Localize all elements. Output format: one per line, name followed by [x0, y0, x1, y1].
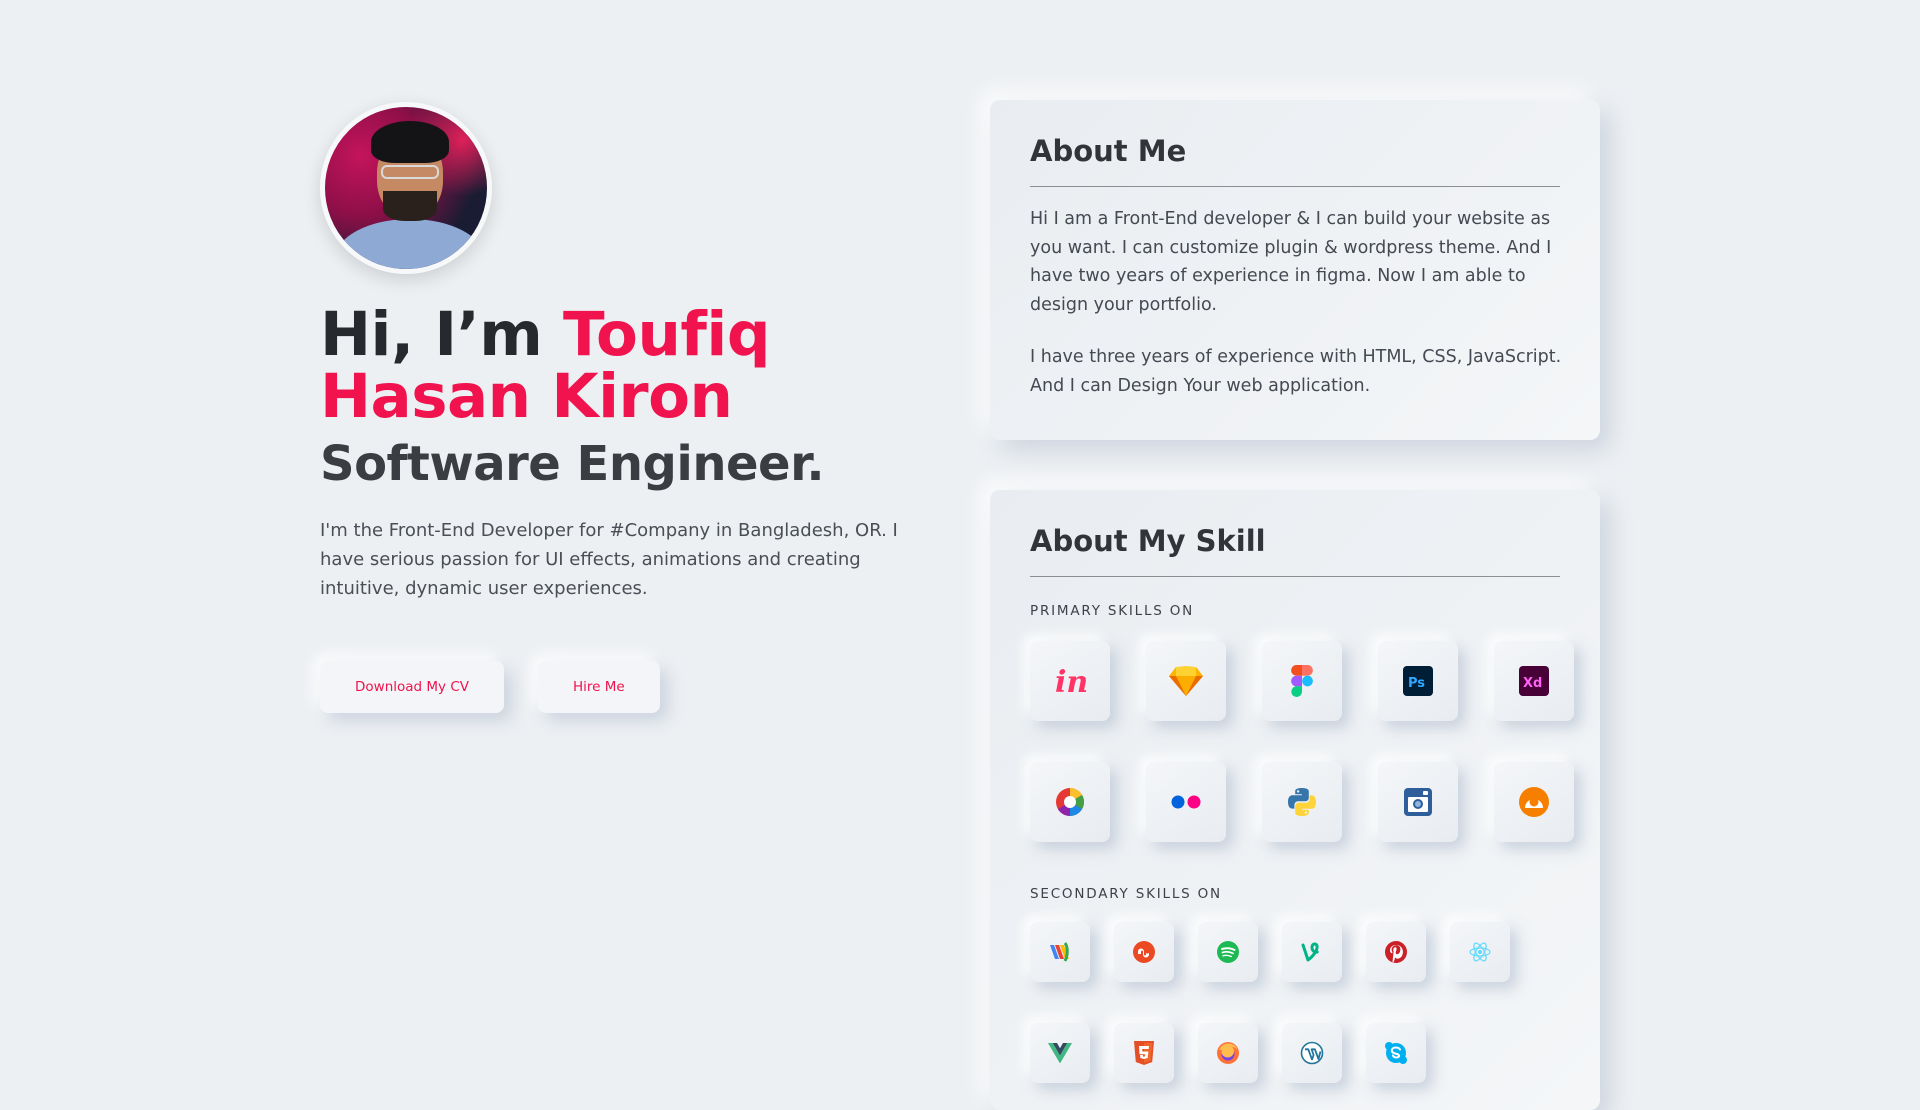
skill-tile-google-wallet[interactable] — [1030, 922, 1090, 982]
skill-tile-vuejs[interactable] — [1030, 1023, 1090, 1083]
skill-tile-stumbleupon[interactable] — [1114, 922, 1174, 982]
hero-section: Hi, I’m Toufiq Hasan Kiron Software Engi… — [320, 102, 920, 713]
stumbleupon-icon — [1133, 941, 1155, 963]
skill-tile-react[interactable] — [1450, 922, 1510, 982]
firefox-icon — [1216, 1041, 1240, 1065]
skill-tile-adobe-xd[interactable]: Xd — [1494, 641, 1574, 721]
spotify-icon — [1216, 940, 1240, 964]
name-last: Hasan Kiron — [320, 361, 733, 432]
skill-tile-python[interactable] — [1262, 762, 1342, 842]
skill-tile-spotify[interactable] — [1198, 922, 1258, 982]
role-title: Software Engineer. — [320, 436, 825, 492]
skill-tile-wordpress[interactable] — [1282, 1023, 1342, 1083]
about-me-card: About Me Hi I am a Front-End developer &… — [990, 100, 1600, 440]
skill-tile-skype[interactable] — [1366, 1023, 1426, 1083]
vuejs-icon — [1048, 1043, 1072, 1063]
skill-tile-picasa[interactable] — [1030, 762, 1110, 842]
name-first: Toufiq — [563, 299, 771, 370]
skill-tile-instagram[interactable] — [1378, 762, 1458, 842]
picasa-icon — [1054, 786, 1086, 818]
secondary-skills-grid — [1030, 922, 1560, 1083]
skill-tile-grooveshark[interactable] — [1494, 762, 1574, 842]
skill-tile-firefox[interactable] — [1198, 1023, 1258, 1083]
skill-tile-sketch[interactable] — [1146, 641, 1226, 721]
flickr-icon — [1169, 794, 1203, 810]
primary-skills-label: PRIMARY SKILLS ON — [1030, 603, 1195, 619]
photoshop-icon: Ps — [1403, 666, 1433, 696]
svg-text:Xd: Xd — [1523, 676, 1542, 691]
about-paragraph-1: Hi I am a Front-End developer & I can bu… — [1030, 209, 1552, 315]
skill-tile-invision[interactable]: in — [1030, 641, 1110, 721]
avatar — [320, 102, 492, 274]
wordpress-icon — [1300, 1041, 1324, 1065]
html5-icon — [1133, 1041, 1155, 1065]
adobe-xd-icon: Xd — [1519, 666, 1549, 696]
skill-tile-html5[interactable] — [1114, 1023, 1174, 1083]
about-me-title: About Me — [1030, 134, 1560, 187]
pinterest-icon — [1384, 940, 1408, 964]
download-cv-button[interactable]: Download My CV — [320, 661, 504, 713]
instagram-icon — [1403, 787, 1433, 817]
primary-skills-grid: in Ps Xd — [1030, 641, 1574, 842]
skype-icon — [1384, 1041, 1408, 1065]
skill-title: About My Skill — [1030, 524, 1560, 577]
hero-heading: Hi, I’m Toufiq Hasan Kiron — [320, 304, 920, 428]
greeting-text: Hi, I’m — [320, 299, 564, 370]
skill-tile-vine[interactable] — [1282, 922, 1342, 982]
svg-text:Ps: Ps — [1408, 676, 1425, 691]
secondary-skills-label: SECONDARY SKILLS ON — [1030, 886, 1222, 902]
skill-tile-photoshop[interactable]: Ps — [1378, 641, 1458, 721]
hire-me-button[interactable]: Hire Me — [538, 661, 660, 713]
about-paragraph-2: I have three years of experience with HT… — [1030, 347, 1562, 396]
hero-buttons: Download My CV Hire Me — [320, 661, 920, 713]
python-icon — [1286, 786, 1318, 818]
skill-tile-figma[interactable] — [1262, 641, 1342, 721]
about-my-skill-card: About My Skill PRIMARY SKILLS ON in Ps X… — [990, 490, 1600, 1110]
google-wallet-icon — [1048, 941, 1072, 963]
sketch-icon — [1168, 665, 1204, 697]
react-icon — [1468, 940, 1492, 964]
vine-icon — [1300, 940, 1324, 964]
intro-text: I'm the Front-End Developer for #Company… — [320, 520, 898, 599]
svg-text:in: in — [1055, 665, 1087, 698]
figma-icon — [1291, 665, 1313, 697]
grooveshark-icon — [1518, 786, 1550, 818]
invision-icon: in — [1053, 664, 1087, 698]
skill-tile-pinterest[interactable] — [1366, 922, 1426, 982]
skill-tile-flickr[interactable] — [1146, 762, 1226, 842]
